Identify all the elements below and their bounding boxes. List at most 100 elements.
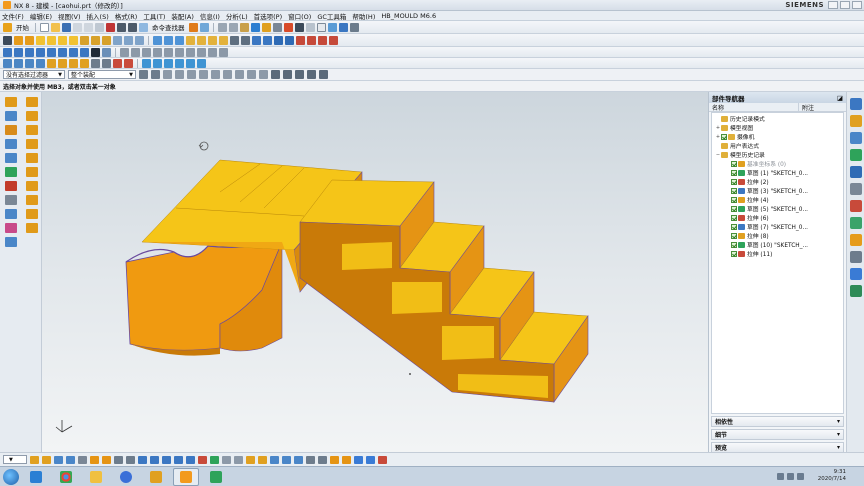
checkbox-icon[interactable] — [731, 232, 737, 239]
redo-icon[interactable] — [128, 22, 137, 32]
snap-on-face-icon[interactable] — [259, 70, 268, 79]
undo-icon[interactable] — [117, 22, 126, 32]
top-view-icon[interactable] — [162, 455, 171, 464]
dependencies-panel[interactable]: 相依性 ▾ — [711, 416, 844, 427]
repeat-command-icon[interactable] — [139, 22, 148, 32]
input-method-icon[interactable] — [797, 473, 804, 480]
datum-tool-icon[interactable] — [5, 111, 17, 121]
measure-icon[interactable] — [239, 22, 249, 32]
sync-delete-face-icon[interactable] — [186, 58, 195, 68]
taskbar-clock[interactable]: 9:31 2020/7/14 — [818, 469, 846, 483]
rectangle-tool-icon[interactable] — [47, 47, 56, 57]
snap-center-icon[interactable] — [211, 70, 220, 79]
perspective-icon[interactable] — [78, 455, 87, 464]
snap-pole-icon[interactable] — [319, 70, 328, 79]
menu-tools[interactable]: 工具(T) — [143, 11, 165, 21]
text-tool-icon[interactable] — [91, 47, 100, 57]
snap-on-curve-icon[interactable] — [247, 70, 256, 79]
rotate-object-icon[interactable] — [25, 58, 34, 68]
close-button[interactable] — [852, 1, 862, 9]
part-navigator-icon[interactable] — [849, 132, 862, 144]
rotate-icon[interactable] — [54, 455, 63, 464]
measure-tool-icon[interactable] — [5, 209, 17, 219]
right-view-icon[interactable] — [186, 455, 195, 464]
taskbar-explorer[interactable] — [83, 468, 109, 486]
project-curve-icon[interactable] — [164, 47, 173, 57]
tree-item[interactable]: + 模型视图 — [712, 123, 843, 132]
menu-insert[interactable]: 插入(S) — [87, 11, 109, 21]
tree-item[interactable]: 历史记录模式 — [712, 114, 843, 123]
checkbox-icon[interactable] — [731, 223, 737, 230]
datum-plane-icon[interactable] — [113, 35, 122, 45]
network-icon[interactable] — [777, 473, 784, 480]
suppress-feature-icon[interactable] — [69, 58, 78, 68]
ellipse-tool-icon[interactable] — [69, 47, 78, 57]
menu-file[interactable]: 文件(F) — [2, 11, 24, 21]
window-icon[interactable] — [188, 22, 198, 32]
background-toggle-icon[interactable] — [222, 455, 231, 464]
front-view-icon[interactable] — [174, 455, 183, 464]
open-folder-icon[interactable] — [51, 22, 60, 32]
shell-tool-icon[interactable] — [26, 153, 38, 163]
manufacturing-wizard-icon[interactable] — [849, 234, 862, 246]
blend-tool-icon[interactable] — [5, 125, 17, 135]
tree-item[interactable]: 拉伸 (4) — [712, 195, 843, 204]
snap-control-point-icon[interactable] — [187, 70, 196, 79]
unite-icon[interactable] — [153, 35, 162, 45]
offset-face-icon[interactable] — [274, 35, 283, 45]
start-button-label[interactable]: 开始 — [14, 22, 31, 32]
menu-edit[interactable]: 编辑(E) — [30, 11, 52, 21]
tree-item[interactable]: 拉伸 (2) — [712, 177, 843, 186]
menu-help[interactable]: 帮助(H) — [352, 11, 375, 21]
view-orient-icon[interactable] — [250, 22, 260, 32]
shell-icon[interactable] — [208, 35, 217, 45]
pocket-icon[interactable] — [102, 35, 111, 45]
trim-body-icon[interactable] — [230, 35, 239, 45]
layer-settings-icon[interactable] — [234, 455, 243, 464]
inspect-icon[interactable] — [378, 455, 387, 464]
system-scene-icon[interactable] — [849, 268, 862, 280]
studio-icon[interactable] — [210, 455, 219, 464]
tree-item[interactable]: 草图 (5) "SKETCH_0... — [712, 204, 843, 213]
column-note[interactable]: 附注 — [799, 103, 814, 112]
point-tool-icon[interactable] — [3, 47, 12, 57]
thicken-tool-icon[interactable] — [26, 195, 38, 205]
menu-preferences[interactable]: 首选项(P) — [254, 11, 283, 21]
new-file-icon[interactable] — [40, 22, 49, 32]
sync-toggle-icon[interactable] — [354, 455, 363, 464]
taskbar-nx[interactable] — [173, 467, 199, 486]
snap-perpendicular-icon[interactable] — [283, 70, 292, 79]
constraint-navigator-icon[interactable] — [849, 115, 862, 127]
settings-icon[interactable] — [349, 22, 359, 32]
mirror-icon[interactable] — [263, 35, 272, 45]
object-display-icon[interactable] — [306, 455, 315, 464]
menu-format[interactable]: 格式(R) — [115, 11, 138, 21]
revolve-tool-icon[interactable] — [26, 111, 38, 121]
snap-tangent-icon[interactable] — [271, 70, 280, 79]
pin-icon[interactable]: ◪ — [837, 94, 843, 102]
background-icon[interactable] — [316, 22, 326, 32]
sync-resize-blend-icon[interactable] — [197, 58, 206, 68]
tree-item[interactable]: 拉伸 (6) — [712, 213, 843, 222]
palette-icon[interactable] — [849, 285, 862, 297]
show-hide-icon[interactable] — [258, 455, 267, 464]
block-icon[interactable] — [36, 35, 45, 45]
details-panel[interactable]: 细节 ▾ — [711, 429, 844, 440]
snap-existing-point-icon[interactable] — [235, 70, 244, 79]
taskbar-camtasia[interactable] — [203, 468, 229, 486]
trimetric-icon[interactable] — [138, 455, 147, 464]
tree-item[interactable]: 草图 (10) "SKETCH_... — [712, 240, 843, 249]
move-to-layer-icon[interactable] — [246, 455, 255, 464]
checkbox-icon[interactable] — [731, 178, 737, 185]
zoom-icon[interactable] — [42, 455, 51, 464]
chamfer-curve-icon[interactable] — [153, 47, 162, 57]
reuse-library-icon[interactable] — [849, 149, 862, 161]
datum-csys-icon[interactable] — [135, 35, 144, 45]
command-finder-label[interactable]: 命令查找器 — [150, 22, 187, 32]
fillet-curve-icon[interactable] — [142, 47, 151, 57]
section-icon[interactable] — [283, 22, 293, 32]
expression-icon[interactable] — [91, 58, 100, 68]
snap-intersection-icon[interactable] — [199, 70, 208, 79]
checkbox-icon[interactable] — [721, 133, 727, 140]
edit-feature-icon[interactable] — [47, 58, 56, 68]
